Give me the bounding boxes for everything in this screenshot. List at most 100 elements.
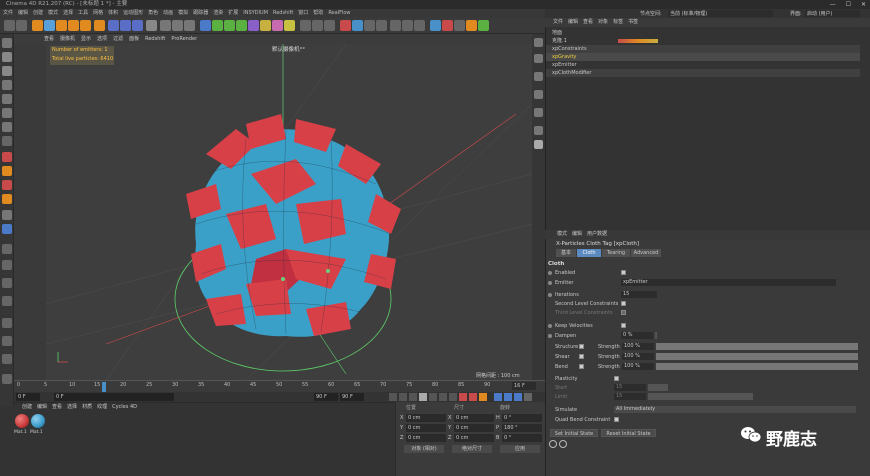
object-row[interactable]: 地面 <box>546 29 860 37</box>
limit-field[interactable]: 15 <box>614 393 646 400</box>
start-frame-field[interactable]: 0 F <box>16 393 40 401</box>
mat-menu-material[interactable]: 材质 <box>82 403 92 412</box>
menu-extensions[interactable]: 扩展 <box>228 9 238 18</box>
menu-insydium[interactable]: INSYDIUM <box>243 9 268 18</box>
size-y-field[interactable]: 0 cm <box>454 424 494 432</box>
node-space-select[interactable]: 当前 (标准/物理) <box>668 10 773 17</box>
mat-menu-create[interactable]: 创建 <box>22 403 32 412</box>
scene-icon[interactable] <box>260 20 271 31</box>
redshift-material-icon[interactable] <box>454 20 465 31</box>
object-row-selected[interactable]: xpGravity <box>546 53 860 61</box>
simulate-select[interactable]: All Immediately <box>614 406 856 413</box>
xp-system-icon[interactable] <box>340 20 351 31</box>
rotation-h-field[interactable]: 0 ° <box>502 414 542 422</box>
tab-advanced[interactable]: Advanced <box>631 249 661 257</box>
prev-frame-icon[interactable] <box>409 393 417 401</box>
view-nav-5-icon[interactable] <box>534 108 543 117</box>
rotation-b-field[interactable]: 0 ° <box>502 434 542 442</box>
make-editable-icon[interactable] <box>2 38 12 48</box>
attr-menu-edit[interactable]: 编辑 <box>572 230 582 239</box>
tool-slot-7-icon[interactable] <box>2 354 12 364</box>
menu-edit[interactable]: 编辑 <box>18 9 28 18</box>
render-view-icon[interactable] <box>160 20 171 31</box>
timeline-ruler[interactable]: 0 5 10 15 20 25 30 35 40 45 50 55 60 65 … <box>14 380 545 392</box>
spline-icon[interactable] <box>212 20 223 31</box>
xp-emitter-icon[interactable] <box>352 20 363 31</box>
second-level-checkbox[interactable] <box>621 301 626 306</box>
render-picture-icon[interactable] <box>172 20 183 31</box>
size-mode-select[interactable]: 绝对尺寸 <box>452 445 492 453</box>
view-nav-4-icon[interactable] <box>534 90 543 99</box>
polygons-mode-icon[interactable] <box>2 122 12 132</box>
position-z-field[interactable]: 0 cm <box>406 434 446 442</box>
size-z-field[interactable]: 0 cm <box>454 434 494 442</box>
record-icon[interactable] <box>459 393 467 401</box>
material-swatch-blue[interactable] <box>31 414 45 428</box>
deformer-icon[interactable] <box>248 20 259 31</box>
xp-question-icon[interactable] <box>414 20 425 31</box>
rotation-p-field[interactable]: 180 ° <box>502 424 542 432</box>
workplane-mode-icon[interactable] <box>2 80 12 90</box>
tool-slot-2-icon[interactable] <box>2 260 12 270</box>
viewport-menu-display[interactable]: 显示 <box>81 34 91 44</box>
next-key-icon[interactable] <box>439 393 447 401</box>
xp-modifier-icon[interactable] <box>376 20 387 31</box>
go-end-icon[interactable] <box>449 393 457 401</box>
light-icon[interactable] <box>284 20 295 31</box>
info-icon[interactable] <box>559 440 567 448</box>
dampen-slider[interactable] <box>655 332 657 339</box>
menu-window[interactable]: 窗口 <box>298 9 308 18</box>
prev-key-icon[interactable] <box>399 393 407 401</box>
third-level-checkbox[interactable] <box>621 310 626 315</box>
tool-slot-8-icon[interactable] <box>2 374 12 384</box>
tweak-icon[interactable] <box>2 224 12 234</box>
quad-bend-checkbox[interactable] <box>614 417 619 422</box>
render-settings-icon[interactable] <box>184 20 195 31</box>
limit-slider[interactable] <box>648 393 753 400</box>
autokey-icon[interactable] <box>469 393 477 401</box>
tool-slot-5-icon[interactable] <box>2 318 12 328</box>
position-x-field[interactable]: 0 cm <box>406 414 446 422</box>
menu-character[interactable]: 角色 <box>148 9 158 18</box>
xp-tag-icon[interactable] <box>402 20 413 31</box>
position-key-icon[interactable] <box>494 393 502 401</box>
bend-strength-field[interactable]: 100 % <box>622 363 654 370</box>
obj-menu-view[interactable]: 查看 <box>583 18 593 27</box>
redshift-render-icon[interactable] <box>430 20 441 31</box>
rotation-key-icon[interactable] <box>514 393 522 401</box>
iterations-field[interactable]: 15 <box>621 291 657 298</box>
z-axis-icon[interactable] <box>132 20 143 31</box>
mat-menu-select[interactable]: 选择 <box>67 403 77 412</box>
menu-mograph[interactable]: 运动图形 <box>123 9 143 18</box>
keyframe-icon[interactable] <box>479 393 487 401</box>
grid-icon[interactable] <box>324 20 335 31</box>
start-slider[interactable] <box>648 384 668 391</box>
menu-file[interactable]: 文件 <box>3 9 13 18</box>
maximize-button[interactable]: ☐ <box>846 0 851 9</box>
attr-menu-mode[interactable]: 模式 <box>557 230 567 239</box>
param-key-icon[interactable] <box>524 393 532 401</box>
position-y-field[interactable]: 0 cm <box>406 424 446 432</box>
max-frame-field[interactable]: 90 F <box>340 393 364 401</box>
size-x-field[interactable]: 0 cm <box>454 414 494 422</box>
coord-mode-select[interactable]: 对象 (相对) <box>404 445 444 453</box>
layout-select[interactable]: 启动 (用户) <box>805 10 860 17</box>
xp-cache-icon[interactable] <box>390 20 401 31</box>
tab-basic[interactable]: 基本 <box>556 249 576 257</box>
mat-menu-cycles[interactable]: Cycles 4D <box>112 403 137 412</box>
bend-checkbox[interactable] <box>579 364 584 369</box>
viewport-menu-camera[interactable]: 摄像机 <box>60 34 75 44</box>
viewport-menu-filter[interactable]: 过滤 <box>113 34 123 44</box>
menu-select[interactable]: 选择 <box>63 9 73 18</box>
menu-render[interactable]: 渲染 <box>213 9 223 18</box>
y-axis-icon[interactable] <box>120 20 131 31</box>
menu-animate[interactable]: 动画 <box>163 9 173 18</box>
end-frame-field[interactable]: 90 F <box>314 393 338 401</box>
rotate-icon[interactable] <box>68 20 79 31</box>
enabled-checkbox[interactable] <box>621 270 626 275</box>
x-axis-icon[interactable] <box>108 20 119 31</box>
recent-tool-icon[interactable] <box>80 20 91 31</box>
playhead[interactable] <box>102 382 106 392</box>
apply-button[interactable]: 应用 <box>500 445 540 453</box>
axis-icon[interactable] <box>94 20 105 31</box>
